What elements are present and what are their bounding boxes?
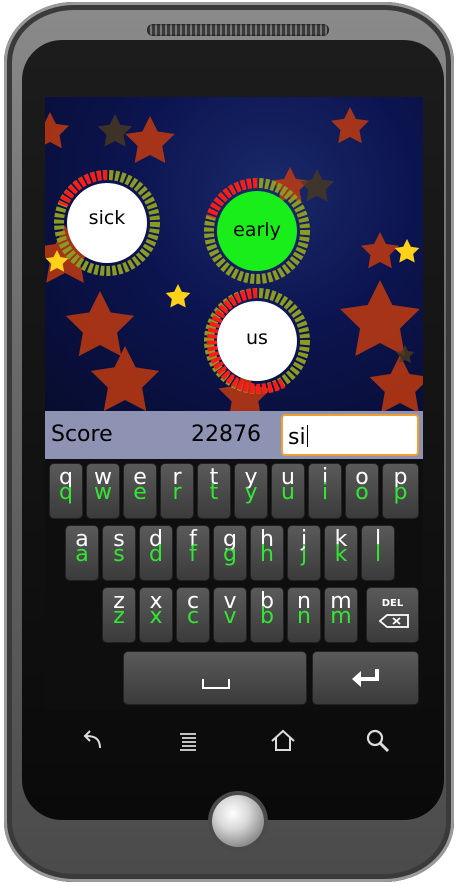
- key-b[interactable]: bb: [250, 587, 284, 643]
- key-a[interactable]: aa: [65, 525, 99, 581]
- game-area: sick early us: [45, 97, 423, 411]
- key-d[interactable]: dd: [139, 525, 173, 581]
- key-t[interactable]: tt: [197, 463, 231, 519]
- trackball-button[interactable]: [212, 795, 264, 847]
- menu-icon[interactable]: [173, 726, 203, 756]
- enter-arrow-icon: [352, 669, 379, 687]
- earpiece-speaker: [147, 24, 329, 36]
- delete-key[interactable]: DEL: [366, 587, 419, 643]
- key-y[interactable]: yy: [234, 463, 268, 519]
- home-icon[interactable]: [268, 726, 298, 756]
- search-icon[interactable]: [363, 726, 393, 756]
- space-key[interactable]: [123, 651, 307, 705]
- key-q[interactable]: qq: [49, 463, 83, 519]
- key-e[interactable]: ee: [123, 463, 157, 519]
- text-caret: [306, 425, 308, 447]
- key-h[interactable]: hh: [250, 525, 284, 581]
- key-c[interactable]: cc: [176, 587, 210, 643]
- word-bubble-us: us: [203, 287, 311, 395]
- key-z[interactable]: zz: [102, 587, 136, 643]
- key-w[interactable]: ww: [86, 463, 120, 519]
- key-i[interactable]: ii: [308, 463, 342, 519]
- key-j[interactable]: jj: [287, 525, 321, 581]
- score-bar: Score 22876 si: [45, 411, 423, 459]
- key-g[interactable]: gg: [213, 525, 247, 581]
- input-text: si: [288, 425, 306, 450]
- hardware-nav-bar: [45, 710, 423, 770]
- key-l[interactable]: ll: [361, 525, 395, 581]
- key-n[interactable]: nn: [287, 587, 321, 643]
- key-v[interactable]: vv: [213, 587, 247, 643]
- key-k[interactable]: kk: [324, 525, 358, 581]
- key-x[interactable]: xx: [139, 587, 173, 643]
- soft-keyboard: qq ww ee rr tt yy uu ii oo pp aa ss dd f…: [45, 459, 423, 710]
- word-label: sick: [88, 207, 126, 229]
- backspace-icon: [379, 614, 409, 628]
- key-m[interactable]: mm: [324, 587, 358, 643]
- key-p[interactable]: pp: [382, 463, 419, 519]
- key-o[interactable]: oo: [345, 463, 379, 519]
- key-s[interactable]: ss: [102, 525, 136, 581]
- word-label: us: [246, 327, 268, 349]
- back-arrow-icon[interactable]: [78, 726, 108, 756]
- word-label: early: [233, 219, 281, 241]
- screen: sick early us Score 22876 si qq ww e e r…: [45, 97, 423, 710]
- score-value: 22876: [191, 422, 261, 447]
- word-bubble-early: early: [203, 177, 311, 285]
- word-input-field[interactable]: si: [281, 414, 419, 456]
- word-bubble-sick: sick: [53, 169, 161, 277]
- key-u[interactable]: uu: [271, 463, 305, 519]
- enter-key[interactable]: [312, 651, 419, 705]
- space-bar-icon: [202, 679, 230, 689]
- key-r[interactable]: rr: [160, 463, 194, 519]
- score-label: Score: [51, 422, 113, 447]
- delete-label: DEL: [381, 598, 404, 609]
- key-f[interactable]: ff: [176, 525, 210, 581]
